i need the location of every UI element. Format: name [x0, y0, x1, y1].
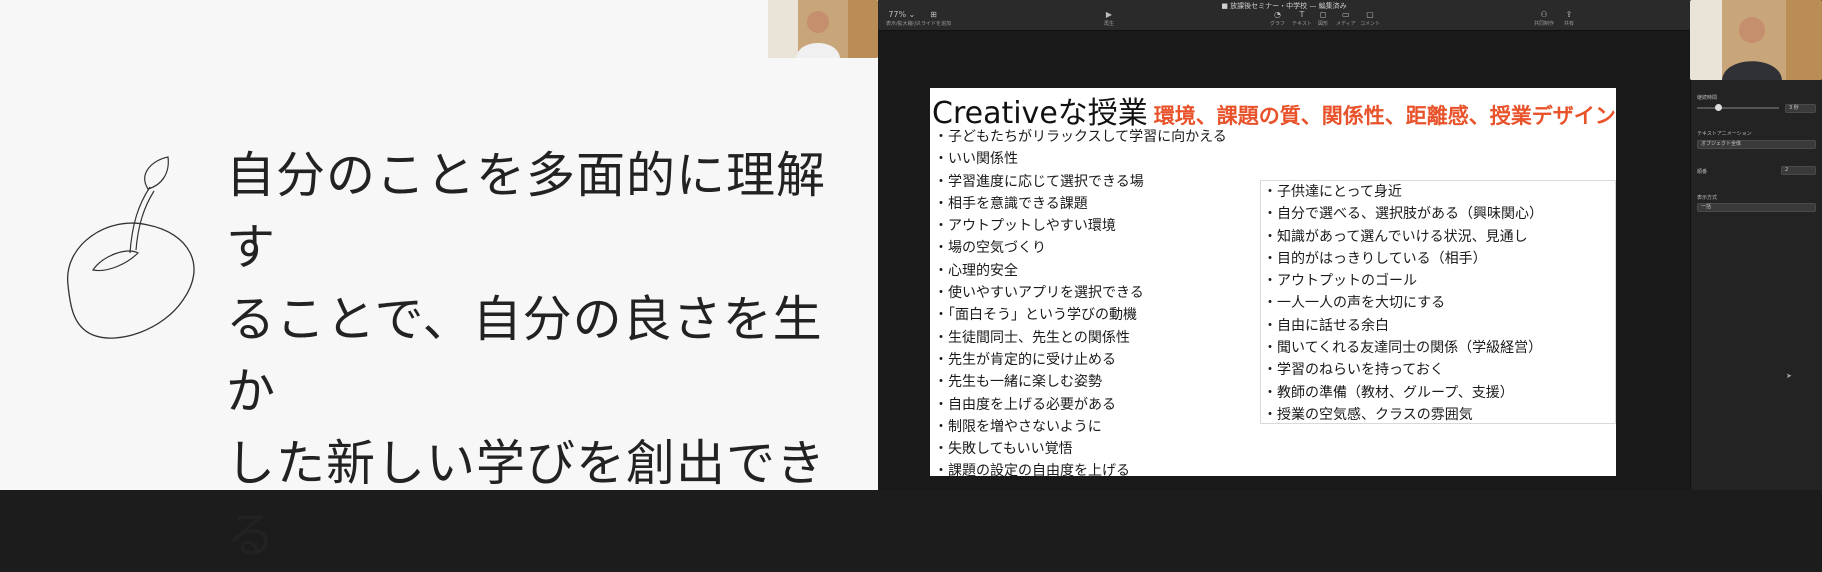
list-item: 心理的安全 [934, 260, 1227, 282]
list-item: 制限を増やさないように [934, 416, 1227, 438]
list-item: 生徒間同士、先生との関係性 [934, 327, 1227, 349]
share-button[interactable]: ⇪ 共有 [1564, 10, 1574, 27]
text-button[interactable]: T テキスト [1292, 10, 1312, 27]
delivery-label: 表示方式 [1697, 195, 1718, 201]
list-item: 自由度を上げる必要がある [934, 394, 1227, 416]
list-item: いい関係性 [934, 148, 1227, 170]
list-item: 子どもたちがリラックスして学習に向かえる [934, 126, 1227, 148]
chart-label: グラフ [1270, 21, 1286, 27]
list-item: 相手を意識できる課題 [934, 193, 1227, 215]
list-item: 先生が肯定的に受け止める [934, 349, 1227, 371]
presenter-video-right [1690, 0, 1822, 80]
list-item: 使いやすいアプリを選択できる [934, 282, 1227, 304]
list-item: 学習進度に応じて選択できる場 [934, 171, 1227, 193]
media-label: メディア [1336, 21, 1356, 27]
add-slide-label: スライドを追加 [916, 21, 952, 27]
comment-button[interactable]: ▢ コメント [1360, 10, 1380, 27]
text-animation-label: テキストアニメーション [1697, 131, 1752, 137]
slide-canvas[interactable]: Creativeな授業環境、課題の質、関係性、距離感、授業デザイン 子どもたちが… [930, 88, 1616, 476]
duration-label: 継続時間 [1697, 95, 1718, 101]
shape-icon: ◻ [1319, 10, 1327, 19]
collaborate-button[interactable]: ⚇ 共同制作 [1534, 10, 1554, 27]
list-item: 教師の準備（教材、グループ、支援） [1263, 382, 1615, 404]
add-slide-button[interactable]: ⊞ スライドを追加 [916, 10, 951, 27]
order-label: 順番 [1697, 169, 1708, 175]
play-label: 再生 [1104, 21, 1115, 27]
chart-button[interactable]: ◔ グラフ [1270, 10, 1285, 27]
list-item: 失敗してもいい覚悟 [934, 438, 1227, 460]
left-bullet-list: 子どもたちがリラックスして学習に向かえる いい関係性 学習進度に応じて選択できる… [934, 126, 1227, 476]
text-icon: T [1299, 10, 1305, 19]
list-item: 一人一人の声を大切にする [1263, 292, 1615, 314]
comment-label: コメント [1360, 21, 1381, 27]
keynote-window: ■ 放課後セミナー・中学校 — 編集済み 77% ⌄ 表示/拡大縮小 ⊞ スライ… [878, 0, 1690, 490]
shared-slide: 自分のことを多面的に理解す ることで、自分の良さを生か した新しい学びを創出でき… [0, 0, 878, 564]
list-item: 目的がはっきりしている（相手） [1263, 248, 1615, 270]
comment-icon: ▢ [1366, 10, 1374, 19]
delivery-select[interactable]: 一括 [1697, 203, 1816, 212]
shape-label: 図形 [1318, 21, 1329, 27]
quote-line: ることで、自分の良さを生か [226, 291, 823, 420]
list-item: 子供達にとって身近 [1263, 181, 1615, 203]
text-label: テキスト [1292, 21, 1312, 27]
share-label: 共有 [1564, 21, 1575, 27]
list-item: 学習のねらいを持っておく [1263, 359, 1615, 381]
zoom-control[interactable]: 77% ⌄ 表示/拡大縮小 [886, 10, 918, 27]
collaborate-label: 共同制作 [1534, 21, 1555, 27]
add-slide-icon: ⊞ [930, 10, 937, 19]
share-icon: ⇪ [1565, 10, 1573, 19]
list-item: 「面白そう」という学びの動機 [934, 304, 1227, 326]
duration-slider-knob[interactable] [1714, 104, 1722, 111]
quote-line: した新しい学びを創出できる [226, 435, 827, 564]
right-text-box[interactable]: 子供達にとって身近 自分で選べる、選択肢がある（興味関心） 知識があって選んでい… [1260, 180, 1616, 424]
slide-quote: 自分のことを多面的に理解す ることで、自分の良さを生か した新しい学びを創出でき… [226, 140, 866, 572]
list-item: 先生も一緒に楽しむ姿勢 [934, 371, 1227, 393]
duration-field[interactable]: 3 秒 [1785, 104, 1816, 113]
text-animation-select[interactable]: オブジェクト全体 [1697, 140, 1816, 149]
zoom-label: 表示/拡大縮小 [886, 21, 918, 27]
list-item: 聞いてくれる友達同士の関係（学級経営） [1263, 337, 1615, 359]
list-item: アウトプットのゴール [1263, 270, 1615, 292]
list-item: 自分で選べる、選択肢がある（興味関心） [1263, 203, 1615, 225]
media-icon: ▭ [1342, 10, 1350, 19]
toolbar: ■ 放課後セミナー・中学校 — 編集済み 77% ⌄ 表示/拡大縮小 ⊞ スライ… [878, 0, 1690, 31]
right-bullet-list: 子供達にとって身近 自分で選べる、選択肢がある（興味関心） 知識があって選んでい… [1261, 181, 1615, 426]
play-button[interactable]: ▶ 再生 [1104, 10, 1114, 27]
media-button[interactable]: ▭ メディア [1336, 10, 1356, 27]
slide-title-sub: 環境、課題の質、関係性、距離感、授業デザイン [1153, 104, 1616, 128]
mouse-cursor-icon: ➤ [1786, 372, 1792, 380]
list-item: 自由に話せる余白 [1263, 315, 1615, 337]
bean-sprout-illustration [67, 156, 195, 339]
shape-button[interactable]: ◻ 図形 [1318, 10, 1328, 27]
list-item: 授業の空気感、クラスの雰囲気 [1263, 404, 1615, 426]
play-icon: ▶ [1105, 10, 1113, 19]
order-field[interactable]: 2 [1781, 166, 1816, 175]
presenter-video-left [768, 0, 878, 58]
list-item: 場の空気づくり [934, 237, 1227, 259]
collaborate-icon: ⚇ [1540, 10, 1548, 19]
list-item: アウトプットしやすい環境 [934, 215, 1227, 237]
list-item: 課題の設定の自由度を上げる [934, 460, 1227, 476]
duration-slider[interactable] [1697, 104, 1779, 111]
zoom-value: 77% ⌄ [888, 10, 916, 19]
quote-line: 自分のことを多面的に理解す [226, 147, 827, 276]
animation-inspector: 継続時間 3 秒 テキストアニメーション オブジェクト全体 順番 2 表示方式 … [1690, 80, 1822, 490]
chart-icon: ◔ [1274, 10, 1281, 19]
list-item: 知識があって選んでいける状況、見通し [1263, 226, 1615, 248]
